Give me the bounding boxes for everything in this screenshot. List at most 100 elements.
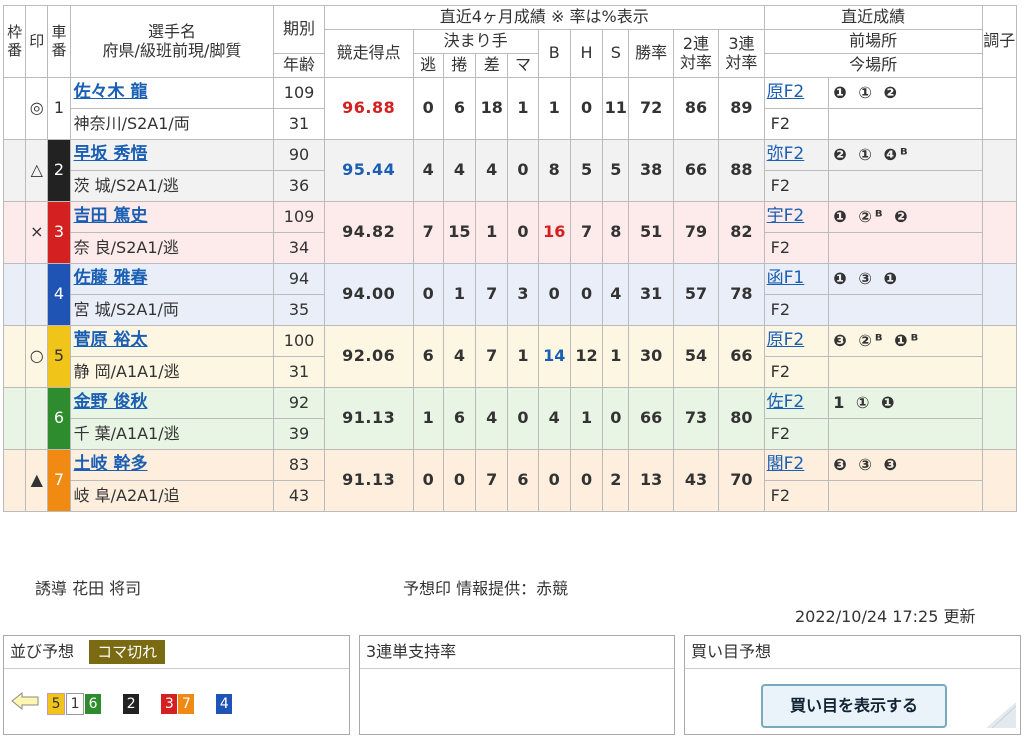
header-now-venue: 今場所 [763, 53, 983, 78]
chousi-cell [981, 325, 1018, 388]
stat-ren2: 86 [672, 77, 720, 140]
header-nige: 逃 [412, 53, 444, 78]
rider-row: 4 佐藤 雅春 94 94.00 0 1 7 3 0 0 4 31 57 78 函F1 ❶ ③ ❶ [2, 263, 1018, 326]
rider-score: 92.06 [323, 325, 414, 388]
stat-ren3: 89 [718, 77, 765, 140]
prev-venue-cell: 原F2 [763, 77, 830, 109]
rider-name-link[interactable]: 佐藤 雅春 [74, 268, 148, 288]
header-kimarite: 決まり手 [412, 29, 539, 54]
stat-nige: 0 [412, 77, 444, 140]
recent-results: ❸ ③ ❸ [828, 449, 983, 481]
line-type-badge: コマ切れ [89, 640, 166, 664]
source-text: 予想印 情報提供：赤競 [403, 579, 569, 598]
rider-info: 静 岡/A1A1/逃 [69, 356, 275, 388]
waku-cell [2, 263, 27, 326]
stat-sashi: 4 [475, 139, 509, 202]
stat-s: 1 [602, 325, 630, 388]
stat-b: 0 [537, 449, 571, 512]
prev-venue-link[interactable]: 佐F2 [767, 392, 805, 412]
header-s: S [602, 29, 630, 78]
stat-b: 1 [537, 77, 571, 140]
show-buy-button[interactable]: 買い目を表示する [761, 684, 947, 728]
chip-car-1: 1 [66, 692, 85, 715]
stat-h: 0 [569, 263, 604, 326]
now-results [828, 418, 983, 450]
prev-venue-cell: 佐F2 [763, 387, 830, 419]
rider-name-cell: 吉田 篤史 [69, 201, 275, 233]
stat-ren2: 79 [672, 201, 720, 264]
stat-win: 72 [628, 77, 674, 140]
rider-score: 91.13 [323, 387, 414, 450]
chousi-cell [981, 139, 1018, 202]
stat-win: 51 [628, 201, 674, 264]
rider-name-cell: 菅原 裕太 [69, 325, 275, 357]
now-venue: F2 [763, 480, 830, 512]
now-results [828, 294, 983, 326]
prev-venue-link[interactable]: 閣F2 [767, 454, 805, 474]
stat-ma: 0 [507, 387, 539, 450]
prev-venue-link[interactable]: 函F1 [767, 268, 805, 288]
rider-name-cell: 佐藤 雅春 [69, 263, 275, 295]
rider-age: 31 [273, 108, 325, 140]
rider-name-link[interactable]: 吉田 篤史 [74, 206, 148, 226]
stat-ma: 0 [507, 201, 539, 264]
rider-name-cell: 佐々木 龍 [69, 77, 275, 109]
stat-ren2: 43 [672, 449, 720, 512]
rider-name-link[interactable]: 菅原 裕太 [74, 330, 148, 350]
prev-venue-link[interactable]: 原F2 [767, 330, 805, 350]
rider-age: 34 [273, 232, 325, 264]
updated-text: 2022/10/24 17:25 更新 [795, 607, 976, 626]
now-venue: F2 [763, 294, 830, 326]
stat-makuri: 6 [442, 77, 477, 140]
rider-row: ◎ 1 佐々木 龍 109 96.88 0 6 18 1 1 0 11 72 86 89 原F2 ❶ ① ❷ [2, 77, 1018, 140]
race-table: 枠番 印 車番 選手名 府県/級班前現/脚質 期別 直近4ヶ月成績 ※ 率は%表… [2, 5, 1018, 512]
header-win: 勝率 [628, 29, 674, 78]
stat-makuri: 4 [442, 325, 477, 388]
page-curl-icon [986, 702, 1017, 732]
line-prediction-title: 並び予想 [10, 642, 75, 661]
stat-s: 8 [602, 201, 630, 264]
header-sashi: 差 [475, 53, 509, 78]
chip-car-2: 2 [123, 693, 140, 714]
header-name-line1: 選手名 [147, 22, 196, 42]
waku-cell [2, 387, 27, 450]
rider-name-link[interactable]: 佐々木 龍 [74, 82, 148, 102]
rider-info: 岐 阜/A2A1/追 [69, 480, 275, 512]
stat-ren3: 80 [718, 387, 765, 450]
rider-score: 94.82 [323, 201, 414, 264]
chousi-cell [981, 387, 1018, 450]
header-score: 競走得点 [323, 29, 414, 78]
stat-win: 13 [628, 449, 674, 512]
prev-venue-link[interactable]: 原F2 [767, 82, 805, 102]
chip-car-5: 5 [47, 692, 66, 715]
rider-name-link[interactable]: 金野 俊秋 [74, 392, 148, 412]
stat-ma: 0 [507, 139, 539, 202]
stat-sashi: 7 [475, 325, 509, 388]
prediction-mark: ▲ [25, 449, 49, 512]
prev-venue-link[interactable]: 宇F2 [767, 206, 805, 226]
stat-s: 0 [602, 387, 630, 450]
prev-venue-link[interactable]: 弥F2 [767, 144, 805, 164]
trifecta-support-panel: 3連単支持率 [359, 635, 675, 735]
now-results [828, 232, 983, 264]
waku-cell [2, 325, 27, 388]
recent-results: 1 ① ❶ [828, 387, 983, 419]
chousi-cell [981, 77, 1018, 140]
rider-name-link[interactable]: 土岐 幹多 [74, 454, 148, 474]
rider-age: 39 [273, 418, 325, 450]
stat-sashi: 7 [475, 263, 509, 326]
rider-ki: 83 [273, 449, 325, 481]
stat-sashi: 1 [475, 201, 509, 264]
header-name: 選手名 府県/級班前現/脚質 [69, 5, 275, 78]
stat-b: 14 [537, 325, 571, 388]
rider-name-link[interactable]: 早坂 秀悟 [74, 144, 148, 164]
stat-b: 0 [537, 263, 571, 326]
header-prev-venue: 前場所 [763, 29, 983, 54]
header-kibetsu: 期別 [273, 5, 325, 54]
header-makuri: 捲 [442, 53, 477, 78]
stat-sashi: 7 [475, 449, 509, 512]
stat-h: 7 [569, 201, 604, 264]
stat-ma: 1 [507, 325, 539, 388]
stat-ren3: 78 [718, 263, 765, 326]
prev-venue-cell: 函F1 [763, 263, 830, 295]
